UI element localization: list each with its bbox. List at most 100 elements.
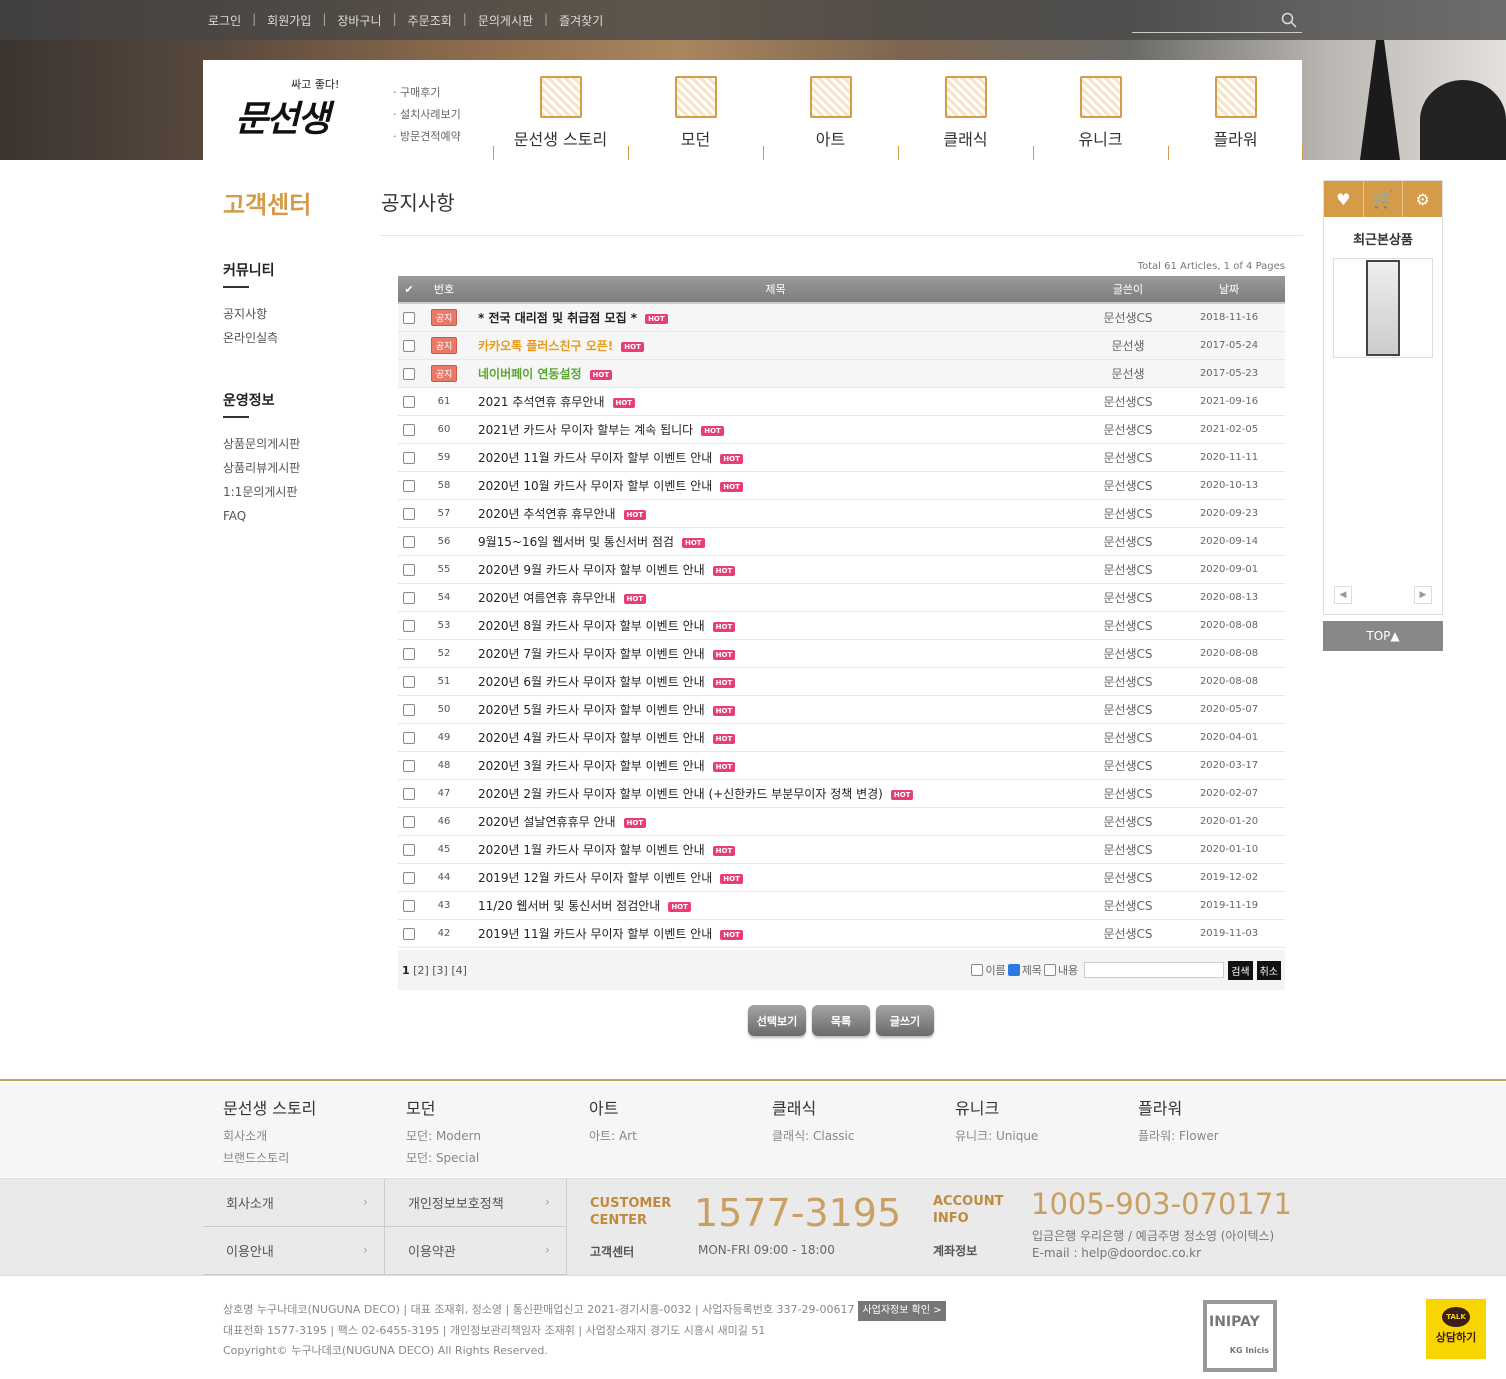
table-row[interactable]: 55 2020년 9월 카드사 무이자 할부 이벤트 안내 HOT 문선생CS 2020…	[398, 556, 1285, 584]
top-link[interactable]: 회원가입	[267, 12, 311, 29]
top-link[interactable]: 즐겨찾기	[559, 12, 603, 29]
row-checkbox[interactable]	[403, 844, 415, 856]
footer-link-guide[interactable]: 이용안내 ›	[203, 1227, 385, 1275]
page-link[interactable]: [4]	[451, 964, 467, 977]
row-checkbox[interactable]	[403, 564, 415, 576]
nav-item[interactable]: 문선생 스토리	[493, 76, 628, 160]
row-checkbox[interactable]	[403, 452, 415, 464]
page-link[interactable]: [2]	[413, 964, 429, 977]
table-row[interactable]: 50 2020년 5월 카드사 무이자 할부 이벤트 안내 HOT 문선생CS 2020…	[398, 696, 1285, 724]
header-sublink[interactable]: · 설치사례보기	[393, 104, 461, 126]
row-checkbox[interactable]	[403, 592, 415, 604]
logo[interactable]: 싸고 좋다! 문선생	[233, 76, 363, 146]
row-checkbox[interactable]	[403, 676, 415, 688]
table-row[interactable]: 61 2021 추석연휴 휴무안내 HOT 문선생CS 2021-09-16	[398, 388, 1285, 416]
table-row[interactable]: 51 2020년 6월 카드사 무이자 할부 이벤트 안내 HOT 문선생CS 2020…	[398, 668, 1285, 696]
subject-link[interactable]: * 전국 대리점 및 취급점 모집 *	[478, 311, 637, 325]
header-sublink[interactable]: · 방문견적예약	[393, 126, 461, 148]
subject-link[interactable]: 11/20 웹서버 및 통신서버 점검안내	[478, 899, 660, 913]
search-input[interactable]	[1132, 32, 1302, 33]
footer-category-title[interactable]: 문선생 스토리	[223, 1095, 406, 1119]
footer-category-link[interactable]: 모던: Special	[406, 1147, 589, 1169]
subject-link[interactable]: 2020년 추석연휴 휴무안내	[478, 507, 616, 521]
row-checkbox[interactable]	[403, 704, 415, 716]
inipay-logo[interactable]: INIPAY KG Inicis	[1203, 1300, 1277, 1372]
footer-category-link[interactable]: 플라워: Flower	[1138, 1125, 1321, 1147]
table-row[interactable]: 공지 * 전국 대리점 및 취급점 모집 * HOT 문선생CS 2018-11-16	[398, 304, 1285, 332]
page-link[interactable]: [3]	[432, 964, 448, 977]
row-checkbox[interactable]	[403, 536, 415, 548]
sidebar-item[interactable]: 공지사항	[223, 302, 363, 326]
footer-link-company[interactable]: 회사소개 ›	[203, 1179, 385, 1227]
subject-link[interactable]: 2020년 10월 카드사 무이자 할부 이벤트 안내	[478, 479, 712, 493]
table-row[interactable]: 57 2020년 추석연휴 휴무안내 HOT 문선생CS 2020-09-23	[398, 500, 1285, 528]
table-row[interactable]: 53 2020년 8월 카드사 무이자 할부 이벤트 안내 HOT 문선생CS 2020…	[398, 612, 1285, 640]
row-checkbox[interactable]	[403, 816, 415, 828]
table-row[interactable]: 60 2021년 카드사 무이자 할부는 계속 됩니다 HOT 문선생CS 2021-0…	[398, 416, 1285, 444]
search-name-checkbox[interactable]	[971, 964, 984, 976]
footer-link-privacy[interactable]: 개인정보보호정책 ›	[385, 1179, 567, 1227]
table-row[interactable]: 48 2020년 3월 카드사 무이자 할부 이벤트 안내 HOT 문선생CS 2020…	[398, 752, 1285, 780]
table-row[interactable]: 44 2019년 12월 카드사 무이자 할부 이벤트 안내 HOT 문선생CS 201…	[398, 864, 1285, 892]
row-checkbox[interactable]	[403, 872, 415, 884]
row-checkbox[interactable]	[403, 620, 415, 632]
row-checkbox[interactable]	[403, 648, 415, 660]
row-checkbox[interactable]	[403, 732, 415, 744]
subject-link[interactable]: 2020년 11월 카드사 무이자 할부 이벤트 안내	[478, 451, 712, 465]
table-row[interactable]: 49 2020년 4월 카드사 무이자 할부 이벤트 안내 HOT 문선생CS 2020…	[398, 724, 1285, 752]
sidebar-item[interactable]: FAQ	[223, 504, 363, 528]
footer-category-title[interactable]: 아트	[589, 1095, 772, 1119]
footer-category-link[interactable]: 브랜드스토리	[223, 1147, 406, 1169]
footer-category-title[interactable]: 유니크	[955, 1095, 1138, 1119]
row-checkbox[interactable]	[403, 396, 415, 408]
chevron-right-icon[interactable]: ▶	[1414, 586, 1432, 604]
sidebar-item[interactable]: 상품리뷰게시판	[223, 456, 363, 480]
subject-link[interactable]: 2021 추석연휴 휴무안내	[478, 395, 605, 409]
subject-link[interactable]: 2020년 4월 카드사 무이자 할부 이벤트 안내	[478, 731, 705, 745]
table-row[interactable]: 46 2020년 설날연휴휴무 안내 HOT 문선생CS 2020-01-20	[398, 808, 1285, 836]
table-row[interactable]: 54 2020년 여름연휴 휴무안내 HOT 문선생CS 2020-08-13	[398, 584, 1285, 612]
footer-category-link[interactable]: 회사소개	[223, 1125, 406, 1147]
row-checkbox[interactable]	[403, 340, 415, 352]
search-subject-checkbox[interactable]	[1007, 964, 1020, 976]
sidebar-item[interactable]: 상품문의게시판	[223, 432, 363, 456]
table-row[interactable]: 42 2019년 11월 카드사 무이자 할부 이벤트 안내 HOT 문선생CS 201…	[398, 920, 1285, 948]
page-current[interactable]: 1	[402, 964, 410, 977]
search-content-checkbox[interactable]	[1043, 964, 1056, 976]
footer-link-terms[interactable]: 이용약관 ›	[385, 1227, 567, 1275]
row-checkbox[interactable]	[403, 424, 415, 436]
table-row[interactable]: 43 11/20 웹서버 및 통신서버 점검안내 HOT 문선생CS 2019-11-1…	[398, 892, 1285, 920]
list-button[interactable]: 목록	[812, 1005, 870, 1036]
subject-link[interactable]: 네이버페이 연동설정	[478, 367, 582, 381]
cancel-button[interactable]: 취소	[1256, 960, 1281, 980]
search-icon[interactable]	[1281, 12, 1297, 28]
footer-category-link[interactable]: 클래식: Classic	[772, 1125, 955, 1147]
header-sublink[interactable]: · 구매후기	[393, 82, 461, 104]
subject-link[interactable]: 2020년 설날연휴휴무 안내	[478, 815, 616, 829]
nav-item[interactable]: 아트	[763, 76, 898, 160]
subject-link[interactable]: 2020년 1월 카드사 무이자 할부 이벤트 안내	[478, 843, 705, 857]
table-row[interactable]: 59 2020년 11월 카드사 무이자 할부 이벤트 안내 HOT 문선생CS 202…	[398, 444, 1285, 472]
footer-category-title[interactable]: 모던	[406, 1095, 589, 1119]
recent-product-thumb[interactable]	[1333, 258, 1433, 358]
subject-link[interactable]: 카카오톡 플러스친구 오픈!	[478, 339, 613, 353]
subject-link[interactable]: 2020년 9월 카드사 무이자 할부 이벤트 안내	[478, 563, 705, 577]
table-row[interactable]: 58 2020년 10월 카드사 무이자 할부 이벤트 안내 HOT 문선생CS 202…	[398, 472, 1285, 500]
row-checkbox[interactable]	[403, 788, 415, 800]
footer-category-link[interactable]: 모던: Modern	[406, 1125, 589, 1147]
row-checkbox[interactable]	[403, 900, 415, 912]
subject-link[interactable]: 2020년 3월 카드사 무이자 할부 이벤트 안내	[478, 759, 705, 773]
nav-item[interactable]: 플라워	[1168, 76, 1303, 160]
subject-link[interactable]: 2020년 5월 카드사 무이자 할부 이벤트 안내	[478, 703, 705, 717]
subject-link[interactable]: 2020년 7월 카드사 무이자 할부 이벤트 안내	[478, 647, 705, 661]
search-button[interactable]: 검색	[1228, 960, 1253, 980]
subject-link[interactable]: 2020년 6월 카드사 무이자 할부 이벤트 안내	[478, 675, 705, 689]
subject-link[interactable]: 2019년 11월 카드사 무이자 할부 이벤트 안내	[478, 927, 712, 941]
row-checkbox[interactable]	[403, 312, 415, 324]
board-search-input[interactable]	[1084, 962, 1225, 978]
top-link[interactable]: 주문조회	[408, 12, 452, 29]
gear-icon[interactable]: ⚙	[1403, 181, 1442, 217]
sidebar-item[interactable]: 1:1문의게시판	[223, 480, 363, 504]
kakao-chat-button[interactable]: TALK 상담하기	[1426, 1299, 1486, 1359]
subject-link[interactable]: 2020년 2월 카드사 무이자 할부 이벤트 안내 (+신한카드 부분무이자 …	[478, 787, 883, 801]
